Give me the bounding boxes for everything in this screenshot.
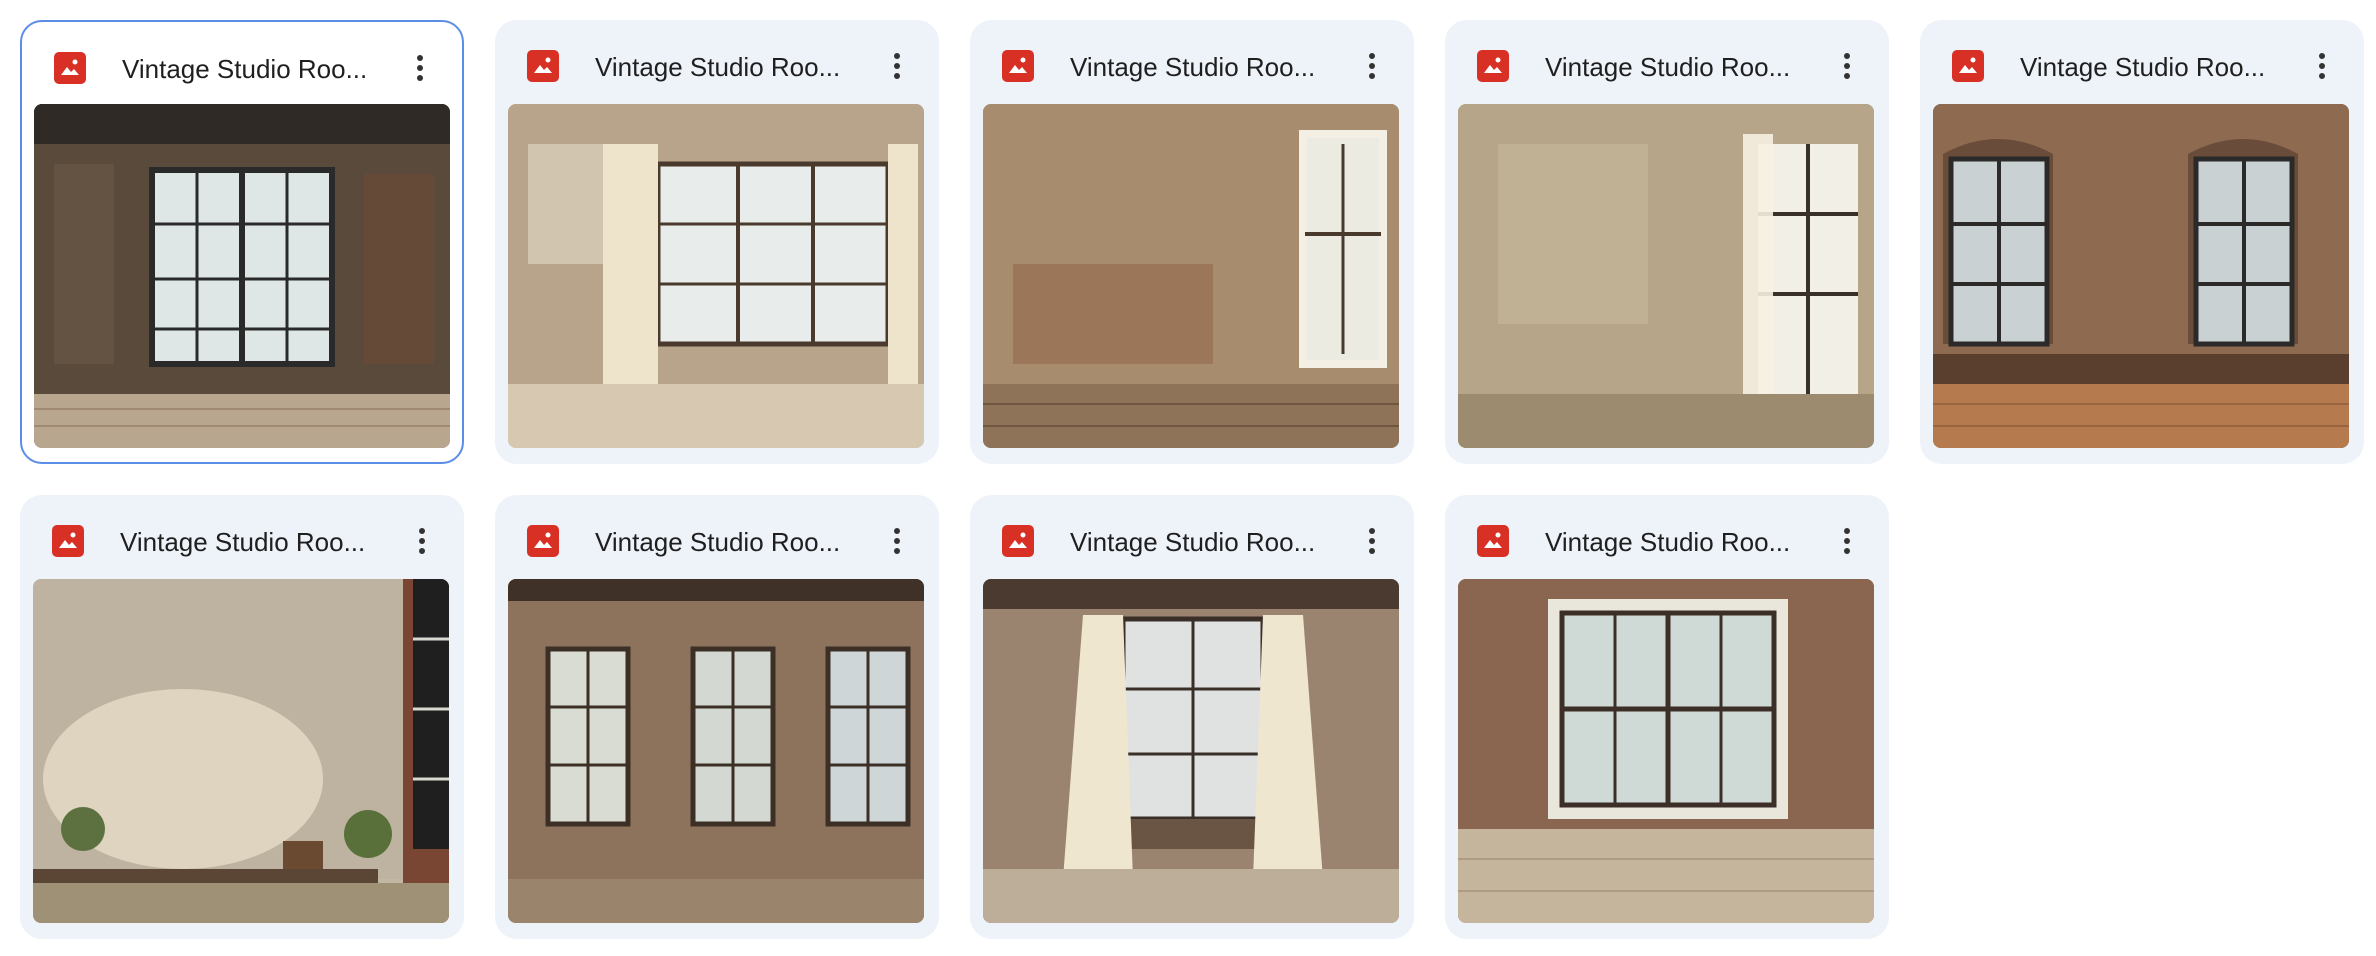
file-thumbnail[interactable] [33, 579, 449, 923]
more-vert-icon [419, 528, 425, 534]
file-title[interactable]: Vintage Studio Roo... [1545, 50, 1815, 84]
more-vert-icon [1369, 528, 1375, 534]
image-file-icon [1002, 50, 1034, 82]
image-file-icon [1477, 50, 1509, 82]
file-card-header: Vintage Studio Roo... [1445, 495, 1889, 579]
file-card-header: Vintage Studio Roo... [495, 20, 939, 104]
file-grid: Vintage Studio Roo... Vintage Studio Roo… [0, 0, 2376, 956]
more-options-button[interactable] [398, 46, 442, 90]
file-thumbnail[interactable] [508, 579, 924, 923]
file-title[interactable]: Vintage Studio Roo... [1545, 525, 1815, 559]
image-file-icon [527, 525, 559, 557]
image-file-icon [527, 50, 559, 82]
more-options-button[interactable] [1825, 519, 1869, 563]
file-title[interactable]: Vintage Studio Roo... [122, 52, 392, 86]
more-options-button[interactable] [1350, 519, 1394, 563]
file-thumbnail[interactable] [1458, 104, 1874, 448]
file-thumbnail[interactable] [34, 104, 450, 448]
file-card-header: Vintage Studio Roo... [1920, 20, 2364, 104]
more-options-button[interactable] [1350, 44, 1394, 88]
file-thumbnail[interactable] [1458, 579, 1874, 923]
file-thumbnail[interactable] [1933, 104, 2349, 448]
more-vert-icon [417, 55, 423, 61]
file-card[interactable]: Vintage Studio Roo... [1445, 495, 1889, 939]
more-vert-icon [1844, 528, 1850, 534]
file-card-header: Vintage Studio Roo... [20, 495, 464, 579]
image-file-icon [54, 52, 86, 84]
more-vert-icon [894, 528, 900, 534]
file-title[interactable]: Vintage Studio Roo... [1070, 50, 1340, 84]
file-thumbnail[interactable] [983, 579, 1399, 923]
file-card[interactable]: Vintage Studio Roo... [1445, 20, 1889, 464]
more-vert-icon [1369, 53, 1375, 59]
more-options-button[interactable] [875, 44, 919, 88]
image-file-icon [1952, 50, 1984, 82]
more-options-button[interactable] [400, 519, 444, 563]
more-vert-icon [1844, 53, 1850, 59]
file-card-header: Vintage Studio Roo... [22, 22, 462, 106]
file-card-header: Vintage Studio Roo... [970, 20, 1414, 104]
more-options-button[interactable] [875, 519, 919, 563]
image-file-icon [1002, 525, 1034, 557]
file-card-header: Vintage Studio Roo... [1445, 20, 1889, 104]
more-options-button[interactable] [2300, 44, 2344, 88]
image-file-icon [1477, 525, 1509, 557]
file-card[interactable]: Vintage Studio Roo... [20, 495, 464, 939]
file-card[interactable]: Vintage Studio Roo... [20, 20, 464, 464]
image-file-icon [52, 525, 84, 557]
file-title[interactable]: Vintage Studio Roo... [120, 525, 390, 559]
more-options-button[interactable] [1825, 44, 1869, 88]
file-card[interactable]: Vintage Studio Roo... [970, 495, 1414, 939]
file-card-header: Vintage Studio Roo... [970, 495, 1414, 579]
more-vert-icon [2319, 53, 2325, 59]
more-vert-icon [894, 53, 900, 59]
file-title[interactable]: Vintage Studio Roo... [1070, 525, 1340, 559]
file-card-header: Vintage Studio Roo... [495, 495, 939, 579]
file-title[interactable]: Vintage Studio Roo... [595, 50, 865, 84]
file-title[interactable]: Vintage Studio Roo... [2020, 50, 2290, 84]
file-card[interactable]: Vintage Studio Roo... [495, 495, 939, 939]
file-card[interactable]: Vintage Studio Roo... [495, 20, 939, 464]
file-title[interactable]: Vintage Studio Roo... [595, 525, 865, 559]
file-thumbnail[interactable] [983, 104, 1399, 448]
file-thumbnail[interactable] [508, 104, 924, 448]
file-card[interactable]: Vintage Studio Roo... [1920, 20, 2364, 464]
file-card[interactable]: Vintage Studio Roo... [970, 20, 1414, 464]
